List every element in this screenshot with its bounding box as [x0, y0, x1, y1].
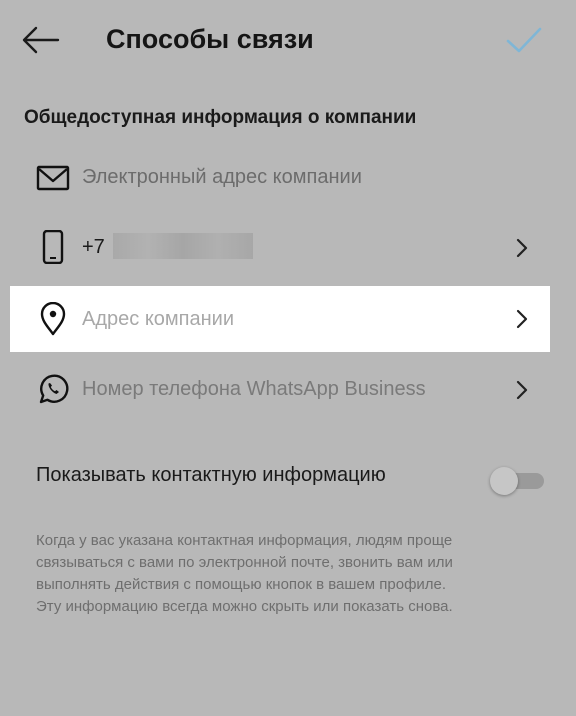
show-contact-info-toggle[interactable]: [490, 466, 546, 495]
whatsapp-placeholder: Номер телефона WhatsApp Business: [82, 378, 426, 400]
smartphone-icon: [42, 230, 64, 264]
phone-value: +7: [82, 236, 105, 258]
description-line: связываться с вами по электронной почте,…: [36, 554, 453, 571]
chevron-right-icon: [516, 380, 528, 400]
description-line: выполнять действия с помощью кнопок в ва…: [36, 576, 447, 593]
section-title: Общедоступная информация о компании: [24, 107, 417, 128]
back-button[interactable]: [20, 22, 60, 58]
description-line: Эту информацию всегда можно скрыть или п…: [36, 598, 453, 615]
whatsapp-field[interactable]: Номер телефона WhatsApp Business: [0, 356, 576, 422]
arrow-left-icon: [22, 26, 60, 54]
page-title: Способы связи: [106, 24, 314, 54]
show-contact-info-label: Показывать контактную информацию: [36, 464, 386, 486]
contact-info-description: Когда у вас указана контактная информаци…: [36, 530, 556, 618]
description-line: Когда у вас указана контактная информаци…: [36, 532, 453, 549]
show-contact-info-row: Показывать контактную информацию: [0, 448, 576, 508]
chevron-right-icon: [516, 309, 528, 329]
address-field[interactable]: Адрес компании: [10, 286, 550, 352]
toggle-knob: [490, 467, 518, 495]
location-pin-icon: [40, 302, 66, 336]
phone-field[interactable]: +7: [0, 214, 576, 280]
email-field[interactable]: Электронный адрес компании: [0, 146, 576, 212]
top-bar: Способы связи: [0, 0, 576, 80]
checkmark-icon: [506, 27, 542, 53]
confirm-button[interactable]: [504, 22, 544, 58]
email-placeholder: Электронный адрес компании: [82, 166, 362, 188]
chevron-right-icon: [516, 238, 528, 258]
whatsapp-icon: [39, 374, 69, 404]
address-placeholder: Адрес компании: [82, 308, 235, 330]
phone-number-redacted: [113, 233, 253, 259]
mail-icon: [36, 165, 70, 191]
